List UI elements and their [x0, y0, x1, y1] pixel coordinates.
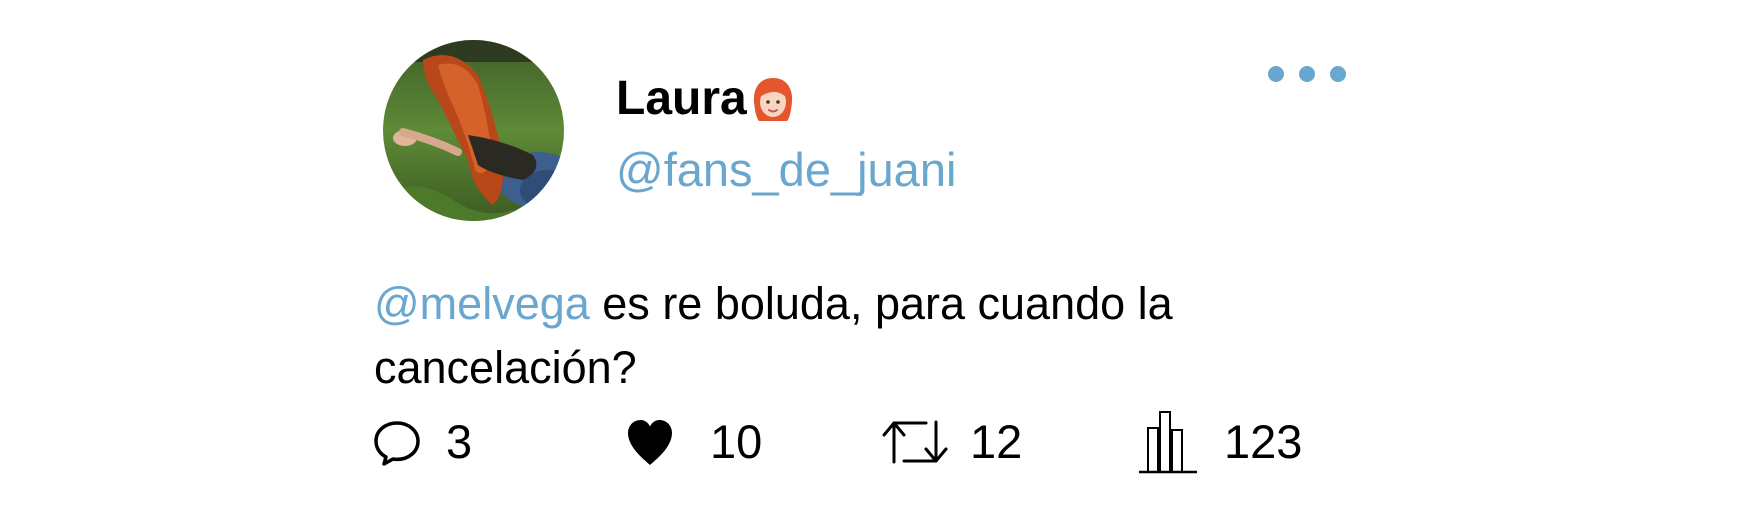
heart-icon	[628, 420, 672, 465]
tweet-card: Laura @fans_de_juani @melvega es re bolu…	[0, 0, 1748, 512]
more-icon	[1268, 66, 1346, 82]
avatar[interactable]	[383, 40, 564, 221]
retweet-count: 12	[970, 415, 1023, 468]
reply-count: 3	[446, 415, 473, 468]
more-options-button[interactable]	[1264, 60, 1356, 88]
views-icon	[1139, 411, 1197, 474]
like-button[interactable]: 10	[624, 410, 762, 474]
woman-red-hair-emoji-icon	[749, 75, 797, 123]
like-count: 10	[710, 415, 763, 468]
retweet-icon	[882, 420, 948, 464]
retweet-button[interactable]: 12	[882, 410, 1022, 474]
views-button[interactable]: 123	[1138, 410, 1302, 474]
display-name[interactable]: Laura	[616, 68, 797, 130]
reply-button[interactable]: 3	[372, 410, 472, 474]
reply-icon	[374, 421, 420, 466]
views-count: 123	[1224, 415, 1303, 468]
display-name-text: Laura	[616, 72, 747, 125]
tweet-text: @melvega es re boluda, para cuando la ca…	[374, 272, 1254, 400]
user-handle[interactable]: @fans_de_juani	[616, 140, 956, 200]
mention-link[interactable]: @melvega	[374, 278, 590, 329]
